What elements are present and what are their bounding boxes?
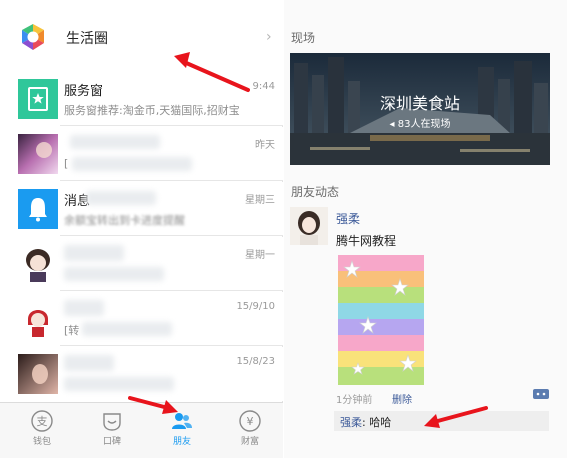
chat-preview: [转 <box>64 324 80 337</box>
tab-wallet[interactable]: 支 钱包 <box>12 407 72 455</box>
banner-title: 深圳美食站 <box>379 94 460 113</box>
wallet-icon-glyph: 支 <box>37 415 48 428</box>
row-divider <box>60 180 283 181</box>
tab-label: 口碑 <box>102 437 121 447</box>
chat-time: 15/8/23 <box>236 356 275 367</box>
bell-icon <box>18 189 58 229</box>
live-event-banner[interactable]: 深圳美食站 ◂ 83人在现场 <box>290 53 550 165</box>
chat-row[interactable]: 15/8/23 <box>0 347 283 401</box>
chat-time: 星期三 <box>245 195 275 206</box>
wealth-icon-glyph: ¥ <box>247 415 254 428</box>
service-window-icon <box>18 79 58 119</box>
life-circle-label: 生活圈 <box>66 31 108 47</box>
chat-row[interactable]: 星期一 <box>0 237 283 291</box>
delete-link[interactable]: 删除 <box>392 391 412 406</box>
moment-photo-rainbow-stars[interactable] <box>338 255 424 385</box>
chat-time: 15/9/10 <box>236 301 275 312</box>
blurred-name <box>86 191 156 205</box>
chat-preview: 服务窗推荐:淘金币,天猫国际,招财宝 <box>64 104 240 117</box>
blurred-name <box>64 355 114 371</box>
chat-time: 9:44 <box>252 81 275 92</box>
life-circle-entry[interactable]: 生活圈 › <box>0 0 283 72</box>
screenshot-composite: 生活圈 › 服务窗 服务窗推荐:淘金币,天猫国际,招财宝 9:44 [昨天 消… <box>0 0 567 458</box>
comment-icon[interactable] <box>533 389 549 401</box>
wallet-icon: 支 <box>31 410 53 432</box>
tab-wealth[interactable]: ¥ 财富 <box>220 407 280 455</box>
tab-label: 财富 <box>240 437 259 447</box>
blurred-preview <box>82 322 172 336</box>
comment-row: 强柔: 哈哈 <box>334 411 549 431</box>
blurred-name <box>64 245 124 261</box>
contact-avatar <box>18 244 58 284</box>
moment-time: 1分钟前 <box>336 395 373 406</box>
chat-row-service-window[interactable]: 服务窗 服务窗推荐:淘金币,天猫国际,招财宝 9:44 <box>0 72 283 126</box>
life-circle-logo-icon <box>22 24 44 50</box>
blurred-preview <box>64 267 164 281</box>
moment-author-name[interactable]: 强柔 <box>336 210 360 227</box>
row-divider <box>60 125 283 126</box>
moment-text: 腾牛网教程 <box>336 234 397 248</box>
chat-preview: [ <box>64 157 69 170</box>
chat-row[interactable]: [ 昨天 <box>0 127 283 181</box>
chat-time: 昨天 <box>255 140 275 151</box>
alipay-friends-list-panel: 生活圈 › 服务窗 服务窗推荐:淘金币,天猫国际,招财宝 9:44 [昨天 消… <box>0 0 283 458</box>
chevron-right-icon: › <box>266 29 272 45</box>
koubei-icon <box>103 413 121 431</box>
contact-avatar <box>18 134 58 174</box>
tab-friends[interactable]: 朋友 <box>152 407 212 455</box>
contact-avatar <box>18 354 58 394</box>
banner-subtitle: ◂ 83人在现场 <box>290 115 550 130</box>
friends-icon <box>172 413 192 429</box>
tab-label: 钱包 <box>32 437 51 447</box>
blurred-name <box>70 135 160 149</box>
row-divider <box>60 235 283 236</box>
comment-author[interactable]: 强柔 <box>340 416 362 429</box>
friends-feed-title: 朋友动态 <box>291 185 340 199</box>
banner-subtitle-text: 83人在现场 <box>397 119 451 130</box>
moment-author-avatar[interactable] <box>290 207 328 245</box>
wealth-icon: ¥ <box>239 410 261 432</box>
bottom-tab-bar: 支 钱包 口碑 朋友 ¥ 财富 <box>0 402 283 458</box>
chat-preview: 余额宝转出到卡进度提醒 <box>64 214 185 227</box>
blurred-preview <box>64 377 174 391</box>
location-icon: ◂ <box>389 119 395 130</box>
contact-avatar <box>18 299 58 339</box>
tab-label: 朋友 <box>172 437 191 447</box>
row-divider <box>60 345 283 346</box>
blurred-name <box>64 300 104 316</box>
comment-text: : 哈哈 <box>362 416 392 429</box>
tab-koubei[interactable]: 口碑 <box>82 407 142 455</box>
chat-time: 星期一 <box>245 250 275 261</box>
live-section-title: 现场 <box>291 31 316 45</box>
chat-row-message[interactable]: 消息 余额宝转出到卡进度提醒 星期三 <box>0 182 283 236</box>
chat-title: 服务窗 <box>64 84 104 99</box>
row-divider <box>60 290 283 291</box>
friends-feed-panel: 现场 深圳美食站 ◂ 83人在现场 朋友动态 强柔 腾牛网教程 1分钟前 删除 … <box>284 0 567 458</box>
chat-row[interactable]: [转 15/9/10 <box>0 292 283 346</box>
blurred-preview <box>72 157 192 171</box>
